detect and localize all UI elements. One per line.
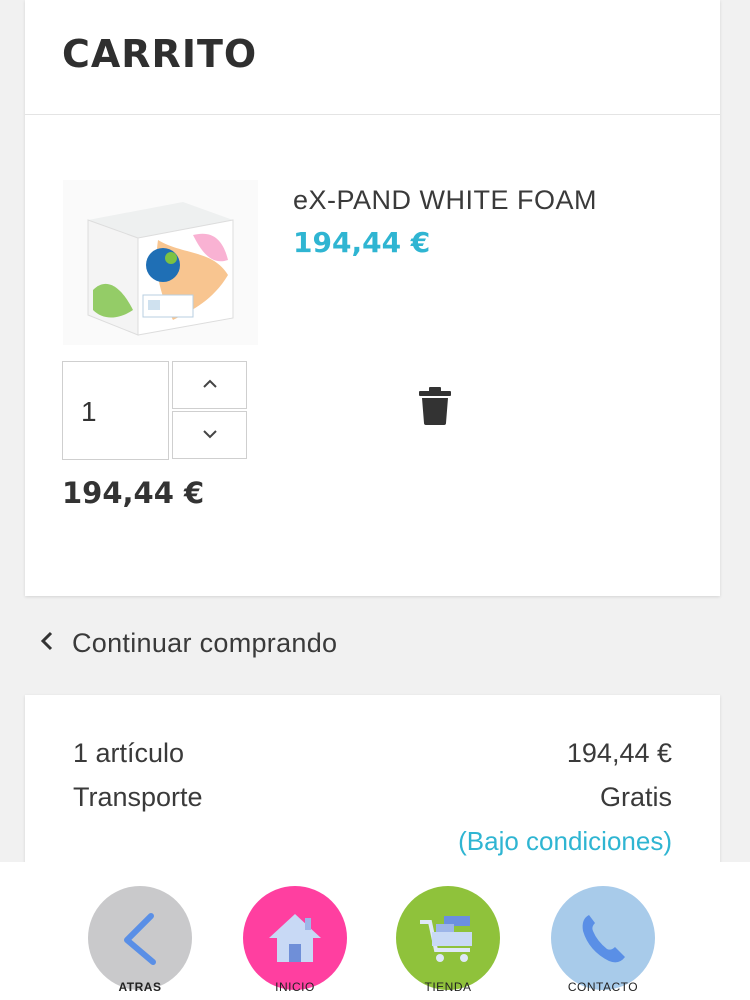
nav-contact-label: CONTACTO [567, 980, 639, 994]
trash-icon [418, 387, 452, 430]
shipping-conditions-link[interactable]: (Bajo condiciones) [458, 826, 672, 857]
page-title: CARRITO [62, 32, 258, 76]
nav-back[interactable]: ATRAS [85, 886, 195, 994]
home-icon [243, 886, 347, 990]
items-subtotal: 194,44 € [566, 738, 672, 768]
bottom-nav: ATRAS INICIO TIENDA CONTACTO [0, 862, 750, 1000]
chevron-down-icon [202, 426, 218, 444]
quantity-decrease-button[interactable] [172, 411, 247, 459]
shopping-cart-icon [396, 886, 500, 990]
shipping-label: Transporte [73, 782, 203, 812]
cart-header: CARRITO [25, 0, 720, 115]
chevron-left-icon [40, 628, 54, 659]
nav-back-label: ATRAS [118, 980, 162, 994]
items-count-label: 1 artículo [73, 738, 185, 768]
nav-home-label: INICIO [275, 980, 315, 994]
nav-contact[interactable]: CONTACTO [548, 886, 658, 994]
quantity-input[interactable]: 1 [62, 361, 169, 460]
back-chevron-icon [88, 886, 192, 990]
delete-item-button[interactable] [418, 386, 452, 426]
product-unit-price: 194,44 € [293, 226, 431, 259]
phone-icon [551, 886, 655, 990]
product-name[interactable]: eX-PAND WHITE FOAM [293, 185, 597, 216]
quantity-increase-button[interactable] [172, 361, 247, 409]
continue-shopping-link[interactable]: Continuar comprando [40, 623, 337, 663]
shipping-value: Gratis [599, 782, 672, 812]
cart-card: CARRITO eX-PAND WHITE FOAM 194,44 € 1 19… [25, 0, 720, 596]
chevron-up-icon [202, 376, 218, 394]
line-total: 194,44 € [62, 476, 205, 510]
nav-shop[interactable]: TIENDA [393, 886, 503, 994]
product-image[interactable] [63, 180, 258, 345]
nav-home[interactable]: INICIO [240, 886, 350, 994]
continue-shopping-label: Continuar comprando [72, 627, 338, 658]
nav-shop-label: TIENDA [424, 980, 472, 994]
